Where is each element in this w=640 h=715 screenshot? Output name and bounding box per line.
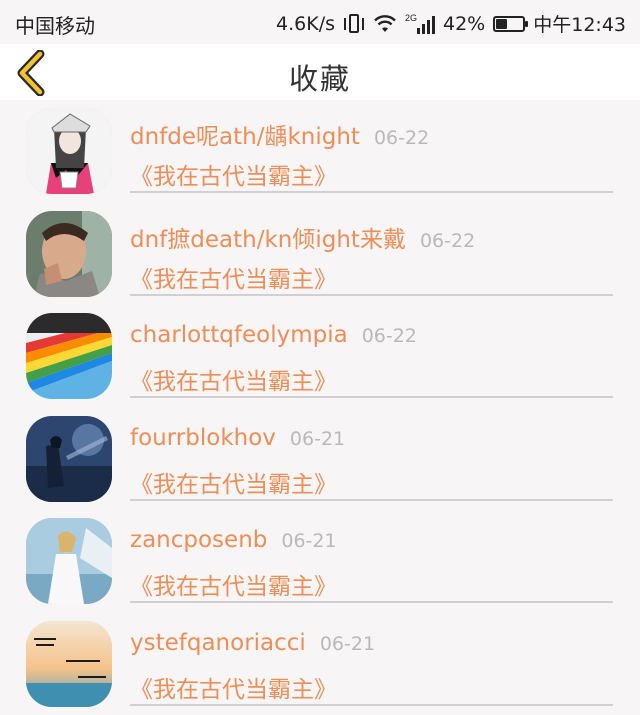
username[interactable]: zancposenb 06-21 xyxy=(130,527,337,553)
carrier-label: 中国移动 xyxy=(15,10,95,39)
book-title[interactable]: 《我在古代当霸主》 xyxy=(130,567,337,601)
username[interactable]: dnf摭death/kn倾ight来戴 06-22 xyxy=(130,220,475,254)
list-item[interactable]: dnfde呢ath/龋knight 06-22 《我在古代当霸主》 xyxy=(0,100,640,203)
network-type-label: 2G xyxy=(405,13,417,23)
vibrate-icon xyxy=(343,13,365,35)
avatar[interactable] xyxy=(26,416,112,502)
username[interactable]: ystefqanoriacci 06-21 xyxy=(130,630,375,656)
net-speed: 4.6K/s xyxy=(276,13,335,35)
list-item[interactable]: charlottqfeolympia 06-22 《我在古代当霸主》 xyxy=(0,305,640,408)
divider xyxy=(130,601,613,603)
username[interactable]: dnfde呢ath/龋knight 06-22 xyxy=(130,117,429,151)
book-title[interactable]: 《我在古代当霸主》 xyxy=(130,465,337,499)
battery-percent: 42% xyxy=(443,13,485,35)
username[interactable]: charlottqfeolympia 06-22 xyxy=(130,322,417,348)
status-right: 4.6K/s 2G 42% 中午12:43 xyxy=(276,10,626,37)
username-text: fourrblokhov xyxy=(130,425,276,451)
divider xyxy=(130,704,613,706)
date: 06-21 xyxy=(281,530,336,552)
book-title[interactable]: 《我在古代当霸主》 xyxy=(130,260,337,294)
nav-bar: 收藏 xyxy=(0,44,640,100)
book-title[interactable]: 《我在古代当霸主》 xyxy=(130,670,337,704)
avatar[interactable] xyxy=(26,621,112,707)
username-text: ystefqanoriacci xyxy=(130,630,306,656)
wifi-icon xyxy=(373,14,397,34)
page-title: 收藏 xyxy=(0,56,640,98)
avatar[interactable] xyxy=(26,211,112,297)
book-title[interactable]: 《我在古代当霸主》 xyxy=(130,362,337,396)
battery-fill xyxy=(496,19,507,29)
list-item[interactable]: ystefqanoriacci 06-21 《我在古代当霸主》 xyxy=(0,613,640,715)
username[interactable]: fourrblokhov 06-21 xyxy=(130,425,345,451)
list-item[interactable]: fourrblokhov 06-21 《我在古代当霸主》 xyxy=(0,408,640,511)
username-text: dnf摭death/kn倾ight来戴 xyxy=(130,227,406,253)
date: 06-21 xyxy=(290,428,345,450)
divider xyxy=(130,294,613,296)
list-item[interactable]: dnf摭death/kn倾ight来戴 06-22 《我在古代当霸主》 xyxy=(0,203,640,306)
divider xyxy=(130,396,613,398)
date: 06-22 xyxy=(420,230,475,252)
date: 06-22 xyxy=(362,325,417,347)
username-text: zancposenb xyxy=(130,527,267,553)
avatar[interactable] xyxy=(26,313,112,399)
book-title[interactable]: 《我在古代当霸主》 xyxy=(130,157,337,191)
cell-signal-icon: 2G xyxy=(405,13,435,35)
avatar[interactable] xyxy=(26,108,112,194)
divider xyxy=(130,191,613,193)
battery-icon xyxy=(493,16,525,32)
divider xyxy=(130,499,613,501)
clock: 中午12:43 xyxy=(533,10,626,37)
list-item[interactable]: zancposenb 06-21 《我在古代当霸主》 xyxy=(0,510,640,613)
date: 06-21 xyxy=(320,633,375,655)
username-text: dnfde呢ath/龋knight xyxy=(130,124,360,150)
status-bar: 中国移动 4.6K/s 2G 42% 中午12:43 xyxy=(0,0,640,44)
favorites-list: dnfde呢ath/龋knight 06-22 《我在古代当霸主》 dnf摭dea… xyxy=(0,100,640,715)
date: 06-22 xyxy=(374,127,429,149)
username-text: charlottqfeolympia xyxy=(130,322,348,348)
avatar[interactable] xyxy=(26,518,112,604)
